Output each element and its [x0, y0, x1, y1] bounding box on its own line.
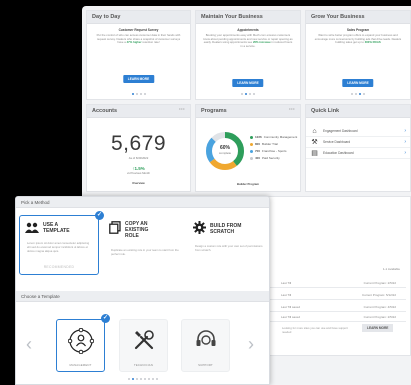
template-pagination-dots[interactable] — [127, 378, 158, 380]
legend-item: 400 Paid Security — [250, 156, 300, 160]
legend-item: 800 Builder Trial — [250, 142, 300, 146]
option-description: Design a custom role with your own set o… — [195, 244, 263, 252]
quick-link-service[interactable]: ⚒ Service Dashboard › — [306, 137, 410, 148]
recommended-label: RECOMMENDED — [43, 265, 75, 269]
people-icon — [25, 222, 39, 237]
template-label: MANAGEMENT — [69, 363, 92, 367]
template-support[interactable]: SUPPORT — [181, 319, 230, 372]
team-icon — [68, 328, 94, 354]
gear-icon — [193, 221, 206, 237]
pagination-dot[interactable] — [143, 378, 146, 380]
programs-legend: 1226 Community Management 800 Builder Tria… — [250, 135, 300, 163]
card-header: Quick Link — [306, 105, 410, 118]
check-icon: ✓ — [95, 211, 104, 220]
pick-method-header: Pick a Method — [16, 197, 269, 208]
option-description: Duplicate an existing role in your team … — [111, 248, 179, 256]
accounts-card: Accounts ··· 5,679 As of 6/30/2022 ↑1.5% … — [86, 104, 191, 192]
option-copy-role[interactable]: COPY AN EXISTING ROLE Duplicate an exist… — [104, 215, 184, 275]
template-management[interactable]: MANAGEMENT — [56, 319, 105, 372]
list-filter[interactable]: 1-1 Available — [383, 267, 400, 271]
more-icon[interactable]: ··· — [179, 107, 185, 113]
chevron-right-icon: › — [404, 128, 406, 134]
quick-link-education[interactable]: ▤ Education Dashboard › — [306, 148, 410, 159]
learn-more-button[interactable]: LEARN MORE — [362, 324, 394, 332]
learn-more-button[interactable]: LEARN MORE — [232, 79, 264, 87]
more-icon[interactable]: ··· — [289, 107, 295, 113]
create-role-modal: Pick a Method USE A TEMPLATE Lorem ipsum… — [15, 196, 270, 385]
pagination-dot[interactable] — [135, 378, 138, 380]
template-technician[interactable]: TECHNICIAN — [119, 319, 168, 372]
promo-card-day-to-day: Day to Day Customer Request Survey Put t… — [86, 10, 191, 100]
learn-more-button[interactable]: LEARN MORE — [342, 79, 374, 87]
carousel-dots[interactable] — [351, 93, 365, 95]
footer-note: Looking for more sites you can use and h… — [282, 326, 348, 334]
legend-item: 700 Franchise - Sports — [250, 149, 300, 153]
change-caption: vs Previous Month — [126, 171, 150, 175]
promo-card-grow: Grow Your Business Sales Program Want to… — [305, 10, 411, 100]
quick-link-engagement[interactable]: ⌂ Engagement Dashboard › — [306, 126, 410, 137]
check-icon: ✓ — [101, 314, 110, 323]
support-icon — [196, 330, 216, 346]
chevron-right-icon[interactable]: › — [248, 334, 254, 355]
option-title: SCRATCH — [210, 229, 235, 235]
donut-center-caption: complete — [218, 151, 232, 155]
pagination-dot[interactable] — [147, 378, 150, 380]
card-header: Maintain Your Business — [196, 11, 300, 24]
card-header: Programs ··· — [196, 105, 300, 118]
promo-body: Put the control of who can access custom… — [96, 33, 181, 45]
choose-template-header: Choose a Template — [16, 291, 269, 302]
option-title: ROLE — [125, 233, 139, 239]
pagination-dot[interactable] — [131, 378, 134, 380]
option-title: TEMPLATE — [43, 228, 70, 234]
card-header: Grow Your Business — [306, 11, 410, 24]
template-label: SUPPORT — [198, 363, 213, 367]
book-icon: ▤ — [311, 150, 318, 157]
card-header: Accounts ··· — [87, 105, 190, 118]
chevron-right-icon: › — [404, 150, 406, 156]
programs-card: Programs ··· 60% complete 1226 Community M… — [195, 104, 301, 192]
chevron-right-icon: › — [404, 139, 406, 145]
quick-link-card: Quick Link ⌂ Engagement Dashboard › ⚒ Servi… — [305, 104, 411, 192]
carousel-dots[interactable] — [131, 93, 146, 95]
carousel-dots[interactable] — [241, 93, 255, 95]
promo-body: Booking your appointments easy with Mech… — [203, 33, 293, 49]
option-description: Lorem ipsum sit dolor amet consectetur a… — [27, 241, 90, 253]
pagination-dot[interactable] — [127, 378, 130, 380]
pagination-dot[interactable] — [139, 378, 142, 380]
promo-card-maintain: Maintain Your Business Appointments Book… — [195, 10, 301, 100]
chevron-left-icon[interactable]: ‹ — [26, 334, 32, 355]
legend-item: 1226 Community Management — [250, 135, 300, 139]
pagination-dot[interactable] — [155, 378, 158, 380]
option-use-template[interactable]: USE A TEMPLATE Lorem ipsum sit dolor ame… — [19, 215, 99, 275]
programs-footer[interactable]: Builder Program — [196, 182, 300, 186]
copy-icon — [109, 221, 121, 237]
as-of-date: As of 6/30/2022 — [128, 156, 149, 160]
tools-icon — [134, 330, 154, 350]
card-header: Day to Day — [87, 11, 190, 24]
promo-body: Want to write better program offers to e… — [314, 33, 402, 45]
accounts-count: 5,679 — [110, 132, 167, 155]
pagination-dot[interactable] — [151, 378, 154, 380]
learn-more-button[interactable]: LEARN MORE — [122, 75, 155, 83]
building-icon: ⌂ — [312, 127, 317, 135]
option-build-scratch[interactable]: BUILD FROM SCRATCH Design a custom role … — [188, 215, 268, 275]
accounts-footer[interactable]: Overview — [87, 181, 190, 185]
template-label: TECHNICIAN — [133, 363, 154, 367]
wrench-icon: ⚒ — [311, 139, 318, 146]
